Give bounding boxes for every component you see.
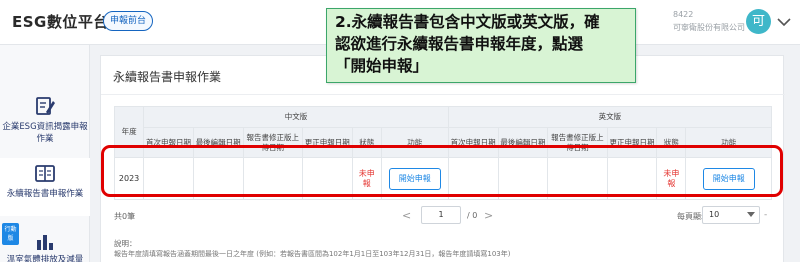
sidebar-item-label: 永續報告書申報作業 <box>6 189 84 199</box>
col-status: 狀態 <box>351 127 382 158</box>
page-total: / 0 <box>467 211 478 220</box>
company-code: 8422 <box>673 10 694 19</box>
brand-title[interactable]: ESG數位平台 <box>12 11 109 32</box>
total-count: 共0筆 <box>114 212 136 221</box>
mobile-badge[interactable]: 行動版 <box>2 223 19 245</box>
en-last-edit-cell <box>497 157 549 200</box>
page-number-input[interactable]: 1 <box>421 206 461 224</box>
zh-last-edit-cell <box>192 157 244 200</box>
front-stage-button[interactable]: 申報前台 <box>103 11 154 31</box>
year-cell: 2023 <box>113 157 145 200</box>
bar-chart-icon <box>37 235 53 250</box>
zh-status-cell: 未申報 <box>351 157 382 200</box>
col-corrected-filing: 更正申報日期 <box>606 127 658 158</box>
per-page-value: 10 <box>709 210 720 219</box>
callout-line-2: 認欲進行永續報告書申報年度，點選 <box>335 35 584 53</box>
instruction-callout: 2.永續報告書包含中文版或英文版，確 認欲進行永續報告書申報年度，點選 「開始申… <box>326 8 636 83</box>
callout-line-3: 「開始申報」 <box>335 57 429 75</box>
col-revised-upload: 報告書修正版上傳日期 <box>547 127 608 158</box>
col-corrected-filing: 更正申報日期 <box>301 127 353 158</box>
en-start-filing-button[interactable]: 開始申報 <box>702 167 755 190</box>
sidebar-item-label: 企業ESG資訊揭露申報作業 <box>2 122 88 144</box>
page-title: 永續報告書申報作業 <box>113 70 222 84</box>
col-last-edit: 最後編輯日期 <box>497 127 549 158</box>
edit-document-icon <box>36 97 55 115</box>
report-book-icon <box>35 165 55 182</box>
status-badge: 未申報 <box>663 168 680 188</box>
chevron-down-icon[interactable] <box>776 14 792 30</box>
chinese-version-header: 中文版 <box>143 106 449 128</box>
zh-start-filing-button[interactable]: 開始申報 <box>388 167 441 190</box>
pagination: 共0筆 < 1 / 0 > 每頁顯示 10 - <box>114 205 772 227</box>
en-function-cell: 開始申報 <box>685 157 772 200</box>
next-page-icon[interactable]: > <box>484 209 493 222</box>
col-revised-upload: 報告書修正版上傳日期 <box>242 127 303 158</box>
english-version-header: 英文版 <box>447 106 773 128</box>
year-header: 年度 <box>113 106 145 158</box>
sidebar-item-label: 溫室氣體排放及減量 <box>6 255 84 262</box>
sidebar: 企業ESG資訊揭露申報作業 永續報告書申報作業 溫室氣體排放及減量 行動版 <box>0 45 90 262</box>
status-badge: 未申報 <box>358 168 375 188</box>
sidebar-item-esg-disclosure[interactable]: 企業ESG資訊揭露申報作業 <box>0 95 90 155</box>
report-table: 年度 中文版 英文版 首次申報日期 最後編輯日期 報告書修正版上傳日期 更正申報… <box>113 106 773 200</box>
zh-first-filing-cell <box>143 157 194 200</box>
pager-dash: - <box>764 210 768 220</box>
zh-revised-upload-cell <box>242 157 303 200</box>
col-last-edit: 最後編輯日期 <box>192 127 244 158</box>
callout-line-1: 2.永續報告書包含中文版或英文版，確 <box>335 13 600 31</box>
caret-down-icon <box>747 212 755 217</box>
col-function: 功能 <box>380 127 449 158</box>
zh-corrected-cell <box>301 157 353 200</box>
col-first-filing: 首次申報日期 <box>143 127 194 158</box>
en-first-filing-cell <box>447 157 499 200</box>
col-status: 狀態 <box>656 127 687 158</box>
table-row: 2023 未申報 開始申報 未申報 開始申報 <box>113 157 772 200</box>
note-title: 說明： <box>114 239 137 248</box>
divider <box>101 94 785 95</box>
en-corrected-cell <box>606 157 658 200</box>
per-page-select[interactable]: 10 <box>702 206 760 224</box>
en-revised-upload-cell <box>547 157 608 200</box>
en-status-cell: 未申報 <box>656 157 687 200</box>
sidebar-item-sustainability-report[interactable]: 永續報告書申報作業 <box>0 158 90 216</box>
col-first-filing: 首次申報日期 <box>447 127 499 158</box>
content-card: 永續報告書申報作業 年度 中文版 英文版 首次申報日期 最後編輯日期 報告書修正… <box>100 55 785 262</box>
zh-function-cell: 開始申報 <box>380 157 449 200</box>
col-function: 功能 <box>685 127 772 158</box>
company-name: 可寧衛股份有限公司 <box>673 23 745 32</box>
note-text: 報告年度請填寫報告涵蓋期間最後一日之年度 (例如：若報告書區間為102年1月1日… <box>114 250 511 258</box>
avatar[interactable]: 可 <box>746 9 771 34</box>
prev-page-icon[interactable]: < <box>402 209 411 222</box>
